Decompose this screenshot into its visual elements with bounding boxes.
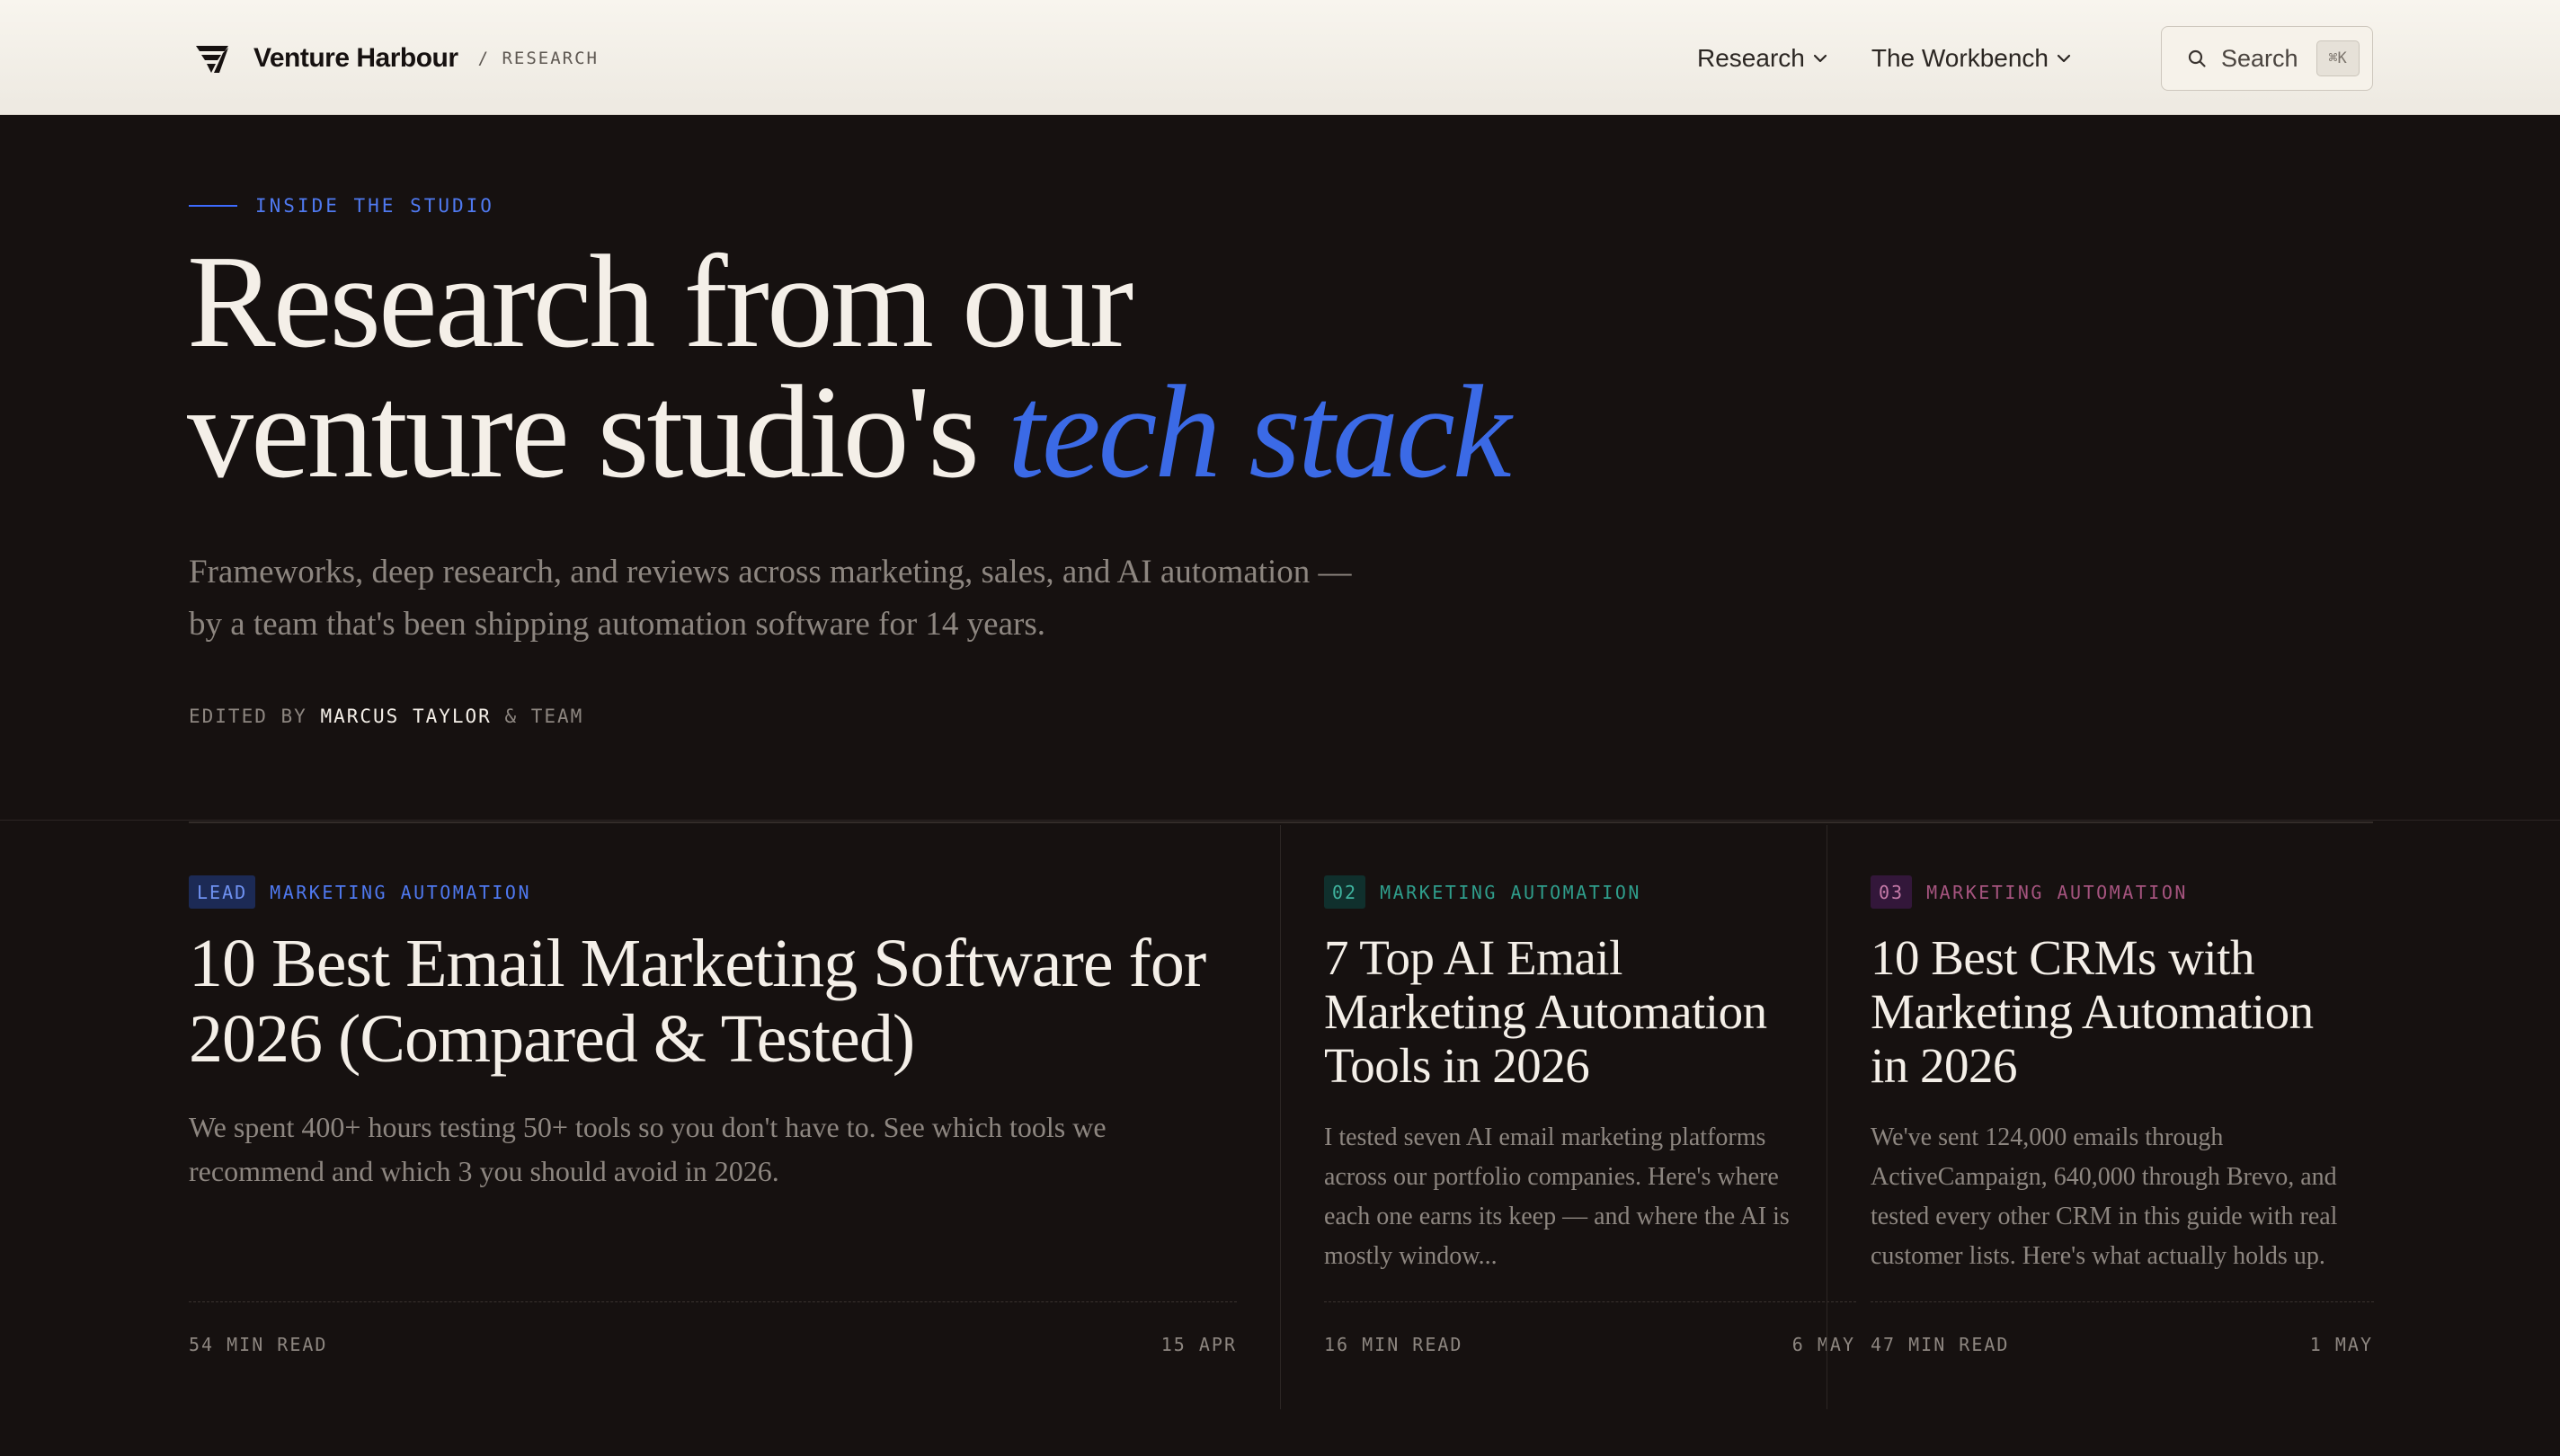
article-date: 15 APR — [1160, 1334, 1237, 1355]
nav-research-label: Research — [1697, 44, 1805, 72]
byline-suffix: & TEAM — [491, 706, 584, 727]
nav-workbench-label: The Workbench — [1871, 44, 2049, 72]
byline-prefix: EDITED BY — [189, 706, 321, 727]
article-card-lead[interactable]: LEAD MARKETING AUTOMATION 10 Best Email … — [189, 825, 1237, 1409]
venture-harbour-logo-icon — [196, 46, 228, 73]
page-title-line-2: venture studio's — [187, 359, 1008, 506]
search-shortcut-key: ⌘K — [2316, 40, 2360, 76]
article-tags: LEAD MARKETING AUTOMATION — [189, 875, 531, 909]
site-header: Venture Harbour / RESEARCH Research The … — [0, 0, 2560, 115]
search-label: Search — [2221, 44, 2298, 72]
byline-editor-name[interactable]: MARCUS TAYLOR — [320, 706, 491, 727]
section-label: / RESEARCH — [477, 49, 599, 68]
article-excerpt: I tested seven AI email marketing platfo… — [1324, 1123, 1790, 1270]
article-badge: LEAD — [189, 875, 256, 909]
section-divider-inner — [189, 821, 2373, 823]
section-divider — [0, 820, 2560, 821]
article-category[interactable]: MARKETING AUTOMATION — [1380, 882, 1641, 903]
eyebrow-text: INSIDE THE STUDIO — [255, 195, 494, 217]
search-button[interactable]: Search ⌘K — [2161, 26, 2373, 91]
article-card-02[interactable]: 02 MARKETING AUTOMATION 7 Top AI Email M… — [1280, 825, 1856, 1409]
article-excerpt: We've sent 124,000 emails through Active… — [1871, 1123, 2338, 1270]
search-icon — [2188, 49, 2206, 67]
article-title[interactable]: 7 Top AI Email Marketing Automation Tool… — [1324, 931, 1791, 1093]
eyebrow: INSIDE THE STUDIO — [189, 195, 494, 217]
article-meta-divider — [1871, 1301, 2374, 1302]
article-title[interactable]: 10 Best CRMs with Marketing Automation i… — [1871, 931, 2320, 1093]
page-subtitle: Frameworks, deep research, and reviews a… — [189, 554, 1352, 643]
article-read-time: 47 MIN READ — [1871, 1334, 2010, 1355]
article-badge: 03 — [1871, 875, 1913, 909]
chevron-down-icon — [2057, 54, 2071, 63]
article-read-time: 16 MIN READ — [1324, 1334, 1463, 1355]
article-tags: 03 MARKETING AUTOMATION — [1871, 875, 2188, 909]
article-title[interactable]: 10 Best Email Marketing Software for 202… — [189, 926, 1237, 1077]
nav-workbench[interactable]: The Workbench — [1871, 44, 2072, 73]
page-title-line-1: Research from our — [187, 228, 1133, 376]
article-date: 1 MAY — [2309, 1334, 2373, 1355]
article-meta-divider — [189, 1301, 1237, 1302]
article-category[interactable]: MARKETING AUTOMATION — [1926, 882, 2188, 903]
article-meta-divider — [1324, 1301, 1856, 1302]
chevron-down-icon — [1813, 54, 1827, 63]
nav-research[interactable]: Research — [1697, 44, 1828, 73]
article-excerpt: We spent 400+ hours testing 50+ tools so… — [189, 1111, 1107, 1187]
brand-name: Venture Harbour — [253, 43, 458, 73]
article-badge: 02 — [1324, 875, 1366, 909]
article-read-time: 54 MIN READ — [189, 1334, 328, 1355]
eyebrow-rule — [189, 205, 237, 207]
article-category[interactable]: MARKETING AUTOMATION — [270, 882, 531, 903]
page-title: Research from our venture studio's tech s… — [187, 235, 1511, 499]
byline: EDITED BY MARCUS TAYLOR & TEAM — [189, 706, 583, 727]
page-title-accent: tech stack — [1007, 359, 1512, 506]
main-nav: Research The Workbench — [1697, 40, 2115, 77]
brand[interactable]: Venture Harbour / RESEARCH — [194, 40, 599, 77]
article-card-03[interactable]: 03 MARKETING AUTOMATION 10 Best CRMs wit… — [1827, 825, 2374, 1409]
article-tags: 02 MARKETING AUTOMATION — [1324, 875, 1641, 909]
